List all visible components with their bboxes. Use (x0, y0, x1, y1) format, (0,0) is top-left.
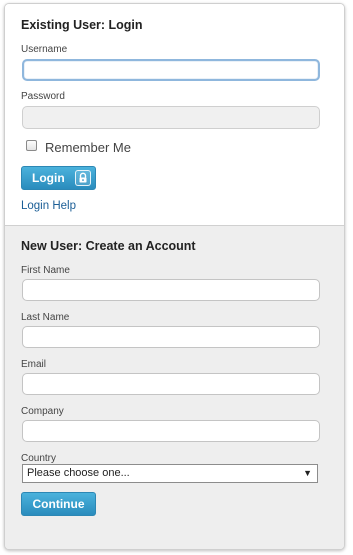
username-input[interactable] (22, 59, 320, 81)
last-name-input[interactable] (22, 326, 320, 348)
first-name-label: First Name (21, 265, 70, 276)
login-button-label: Login (32, 171, 65, 185)
last-name-label: Last Name (21, 312, 70, 323)
register-title: New User: Create an Account (21, 239, 196, 253)
login-help-link[interactable]: Login Help (21, 200, 76, 212)
remember-me-checkbox[interactable] (26, 140, 37, 151)
email-label: Email (21, 359, 47, 370)
password-label: Password (21, 91, 65, 102)
country-select[interactable]: Please choose one... ▼ (22, 464, 318, 483)
company-label: Company (21, 406, 64, 417)
continue-button[interactable]: Continue (21, 492, 96, 516)
remember-me-label[interactable]: Remember Me (45, 140, 131, 155)
country-selected-value: Please choose one... (27, 467, 130, 479)
lock-icon (75, 170, 91, 186)
email-input[interactable] (22, 373, 320, 395)
login-section: Existing User: Login Username Password R… (5, 4, 344, 226)
first-name-input[interactable] (22, 279, 320, 301)
dropdown-arrow-icon: ▼ (303, 468, 312, 478)
register-section: New User: Create an Account First Name L… (5, 226, 344, 549)
login-register-panel: Existing User: Login Username Password R… (4, 3, 345, 550)
country-label: Country (21, 453, 57, 464)
login-title: Existing User: Login (21, 18, 143, 32)
password-input[interactable] (22, 106, 320, 129)
username-label: Username (21, 44, 68, 55)
continue-button-label: Continue (32, 497, 85, 511)
company-input[interactable] (22, 420, 320, 442)
login-button[interactable]: Login (21, 166, 96, 190)
